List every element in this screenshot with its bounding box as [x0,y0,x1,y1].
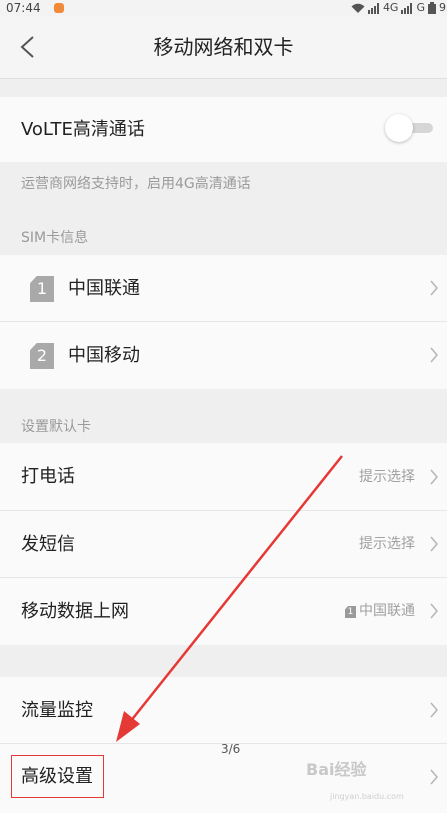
red-arrow-annotation [116,455,343,742]
